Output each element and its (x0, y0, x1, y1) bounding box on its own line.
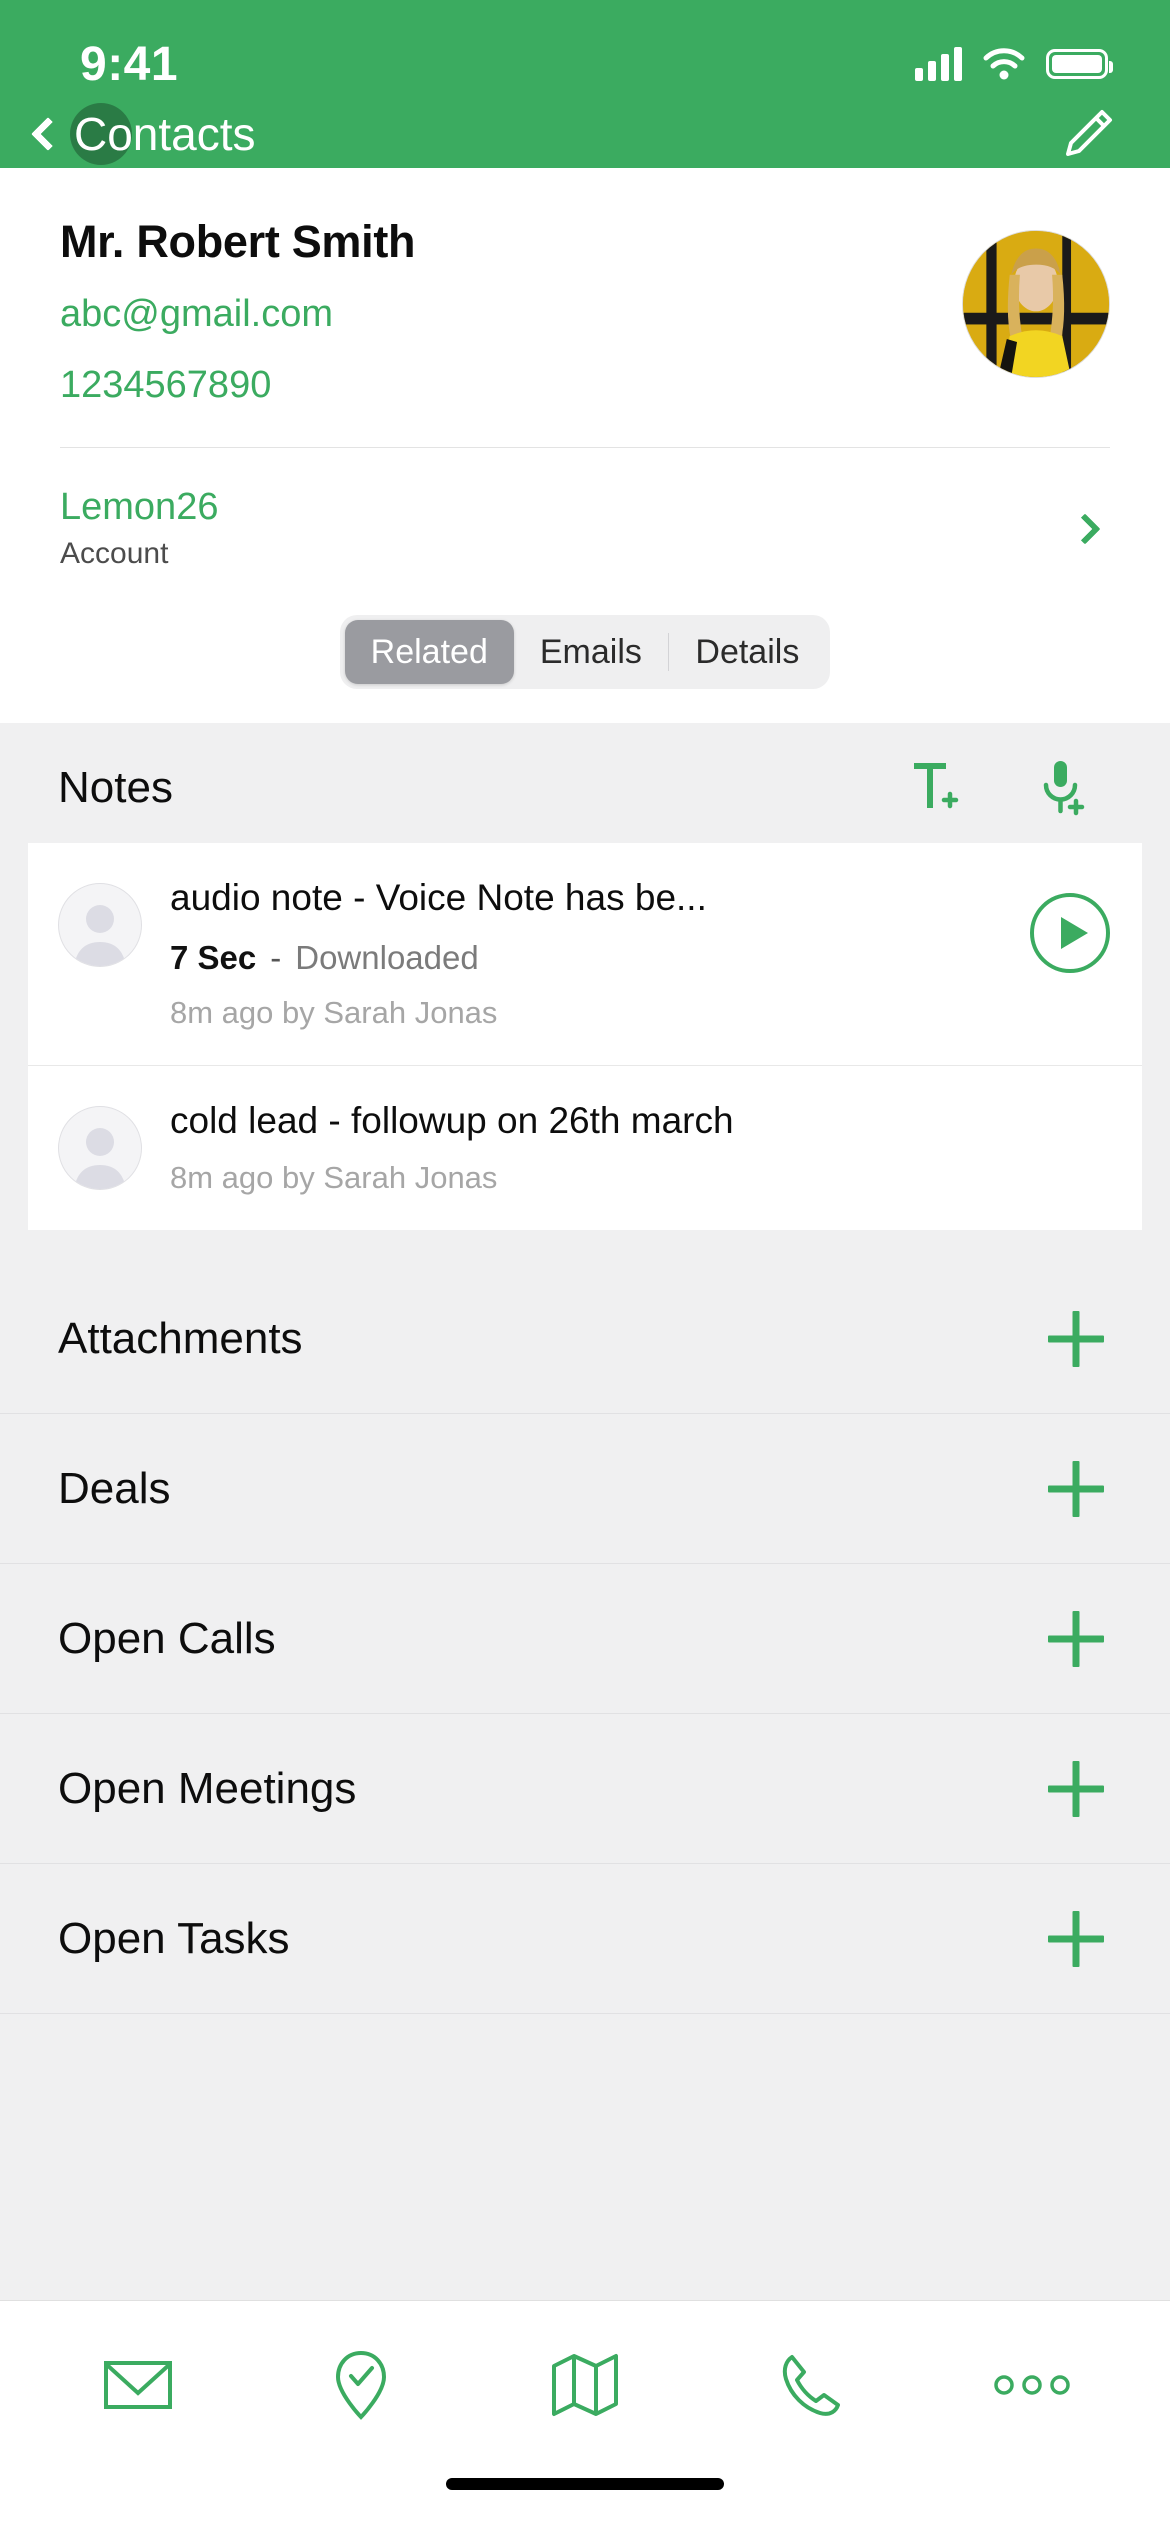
note-duration: 7 Sec (170, 939, 257, 976)
note-status: Downloaded (295, 939, 479, 976)
note-title: audio note - Voice Note has be... (170, 877, 707, 918)
related-content-area: Notes audio note - Voice Note has be... … (0, 723, 1170, 2300)
contact-info: Mr. Robert Smith abc@gmail.com 123456789… (60, 216, 416, 407)
navigation-bar: Contacts (0, 100, 1170, 168)
plus-icon[interactable] (1048, 1761, 1104, 1817)
note-subtitle: 8m ago by Sarah Jonas (170, 995, 498, 1030)
related-lists: Attachments Deals Open Calls Open Meetin… (0, 1264, 1170, 2014)
home-indicator (446, 2478, 724, 2490)
related-row-deals[interactable]: Deals (0, 1414, 1170, 1564)
tab-related[interactable]: Related (344, 620, 514, 684)
user-placeholder-icon (58, 1106, 142, 1190)
account-name[interactable]: Lemon26 (60, 486, 218, 529)
list-item[interactable]: cold lead - followup on 26th march 8m ag… (28, 1065, 1142, 1230)
plus-icon[interactable] (1048, 1311, 1104, 1367)
related-label: Attachments (58, 1313, 303, 1363)
pencil-edit-icon[interactable] (1062, 108, 1114, 160)
note-separator: - (270, 939, 282, 976)
notes-title: Notes (58, 763, 173, 812)
back-button[interactable]: Contacts (26, 103, 256, 165)
tab-selector-wrapper: Related Emails Details (0, 571, 1170, 723)
notes-header: Notes (0, 723, 1170, 843)
related-label: Open Calls (58, 1613, 276, 1663)
related-row-open-meetings[interactable]: Open Meetings (0, 1714, 1170, 1864)
related-label: Deals (58, 1463, 171, 1513)
related-row-attachments[interactable]: Attachments (0, 1264, 1170, 1414)
envelope-icon[interactable] (95, 2349, 181, 2421)
app-screen: 9:41 Contacts Mr. Robert Smith abc@gmail… (0, 0, 1170, 2532)
list-item[interactable]: audio note - Voice Note has be... 7 Sec … (28, 843, 1142, 1065)
note-title: cold lead - followup on 26th march (170, 1100, 734, 1141)
status-time: 9:41 (80, 37, 179, 91)
cellular-bars-icon (915, 47, 962, 81)
related-row-open-tasks[interactable]: Open Tasks (0, 1864, 1170, 2014)
note-meta: 7 Sec - Downloaded (170, 939, 1010, 977)
chevron-right-icon[interactable] (1069, 512, 1101, 545)
note-content: cold lead - followup on 26th march 8m ag… (170, 1100, 1112, 1196)
avatar[interactable] (962, 230, 1110, 378)
tab-details[interactable]: Details (669, 620, 825, 684)
user-placeholder-icon (58, 883, 142, 967)
battery-full-icon (1046, 49, 1113, 79)
contact-summary-card: Mr. Robert Smith abc@gmail.com 123456789… (0, 168, 1170, 571)
status-bar: 9:41 (0, 0, 1170, 100)
contact-email[interactable]: abc@gmail.com (60, 293, 415, 336)
account-row[interactable]: Lemon26 Account (60, 448, 1110, 571)
nav-title[interactable]: Contacts (74, 107, 256, 161)
related-row-open-calls[interactable]: Open Calls (0, 1564, 1170, 1714)
plus-icon[interactable] (1048, 1461, 1104, 1517)
app-header: 9:41 Contacts (0, 0, 1170, 168)
related-label: Open Meetings (58, 1763, 357, 1813)
home-indicator-area (0, 2468, 1170, 2532)
chevron-left-icon[interactable] (31, 117, 65, 151)
segmented-control: Related Emails Details (339, 615, 831, 689)
contact-name: Mr. Robert Smith (60, 216, 416, 267)
note-content: audio note - Voice Note has be... 7 Sec … (170, 877, 1010, 1031)
more-dots-icon[interactable] (989, 2349, 1075, 2421)
status-indicators (915, 47, 1113, 81)
contact-photo (963, 231, 1109, 377)
account-info: Lemon26 Account (60, 486, 218, 571)
notes-card: audio note - Voice Note has be... 7 Sec … (28, 843, 1142, 1230)
add-text-note-icon[interactable] (908, 759, 964, 817)
related-label: Open Tasks (58, 1913, 290, 1963)
map-icon[interactable] (542, 2349, 628, 2421)
account-label: Account (60, 537, 169, 570)
plus-icon[interactable] (1048, 1911, 1104, 1967)
bottom-tab-bar (0, 2300, 1170, 2468)
location-check-icon[interactable] (318, 2349, 404, 2421)
note-subtitle: 8m ago by Sarah Jonas (170, 1160, 498, 1195)
phone-icon[interactable] (766, 2349, 852, 2421)
play-circle-icon[interactable] (1028, 891, 1112, 975)
tab-emails[interactable]: Emails (514, 620, 668, 684)
wifi-icon (983, 48, 1025, 80)
notes-actions (908, 759, 1112, 817)
plus-icon[interactable] (1048, 1611, 1104, 1667)
contact-phone[interactable]: 1234567890 (60, 364, 415, 407)
add-voice-note-icon[interactable] (1034, 759, 1090, 817)
